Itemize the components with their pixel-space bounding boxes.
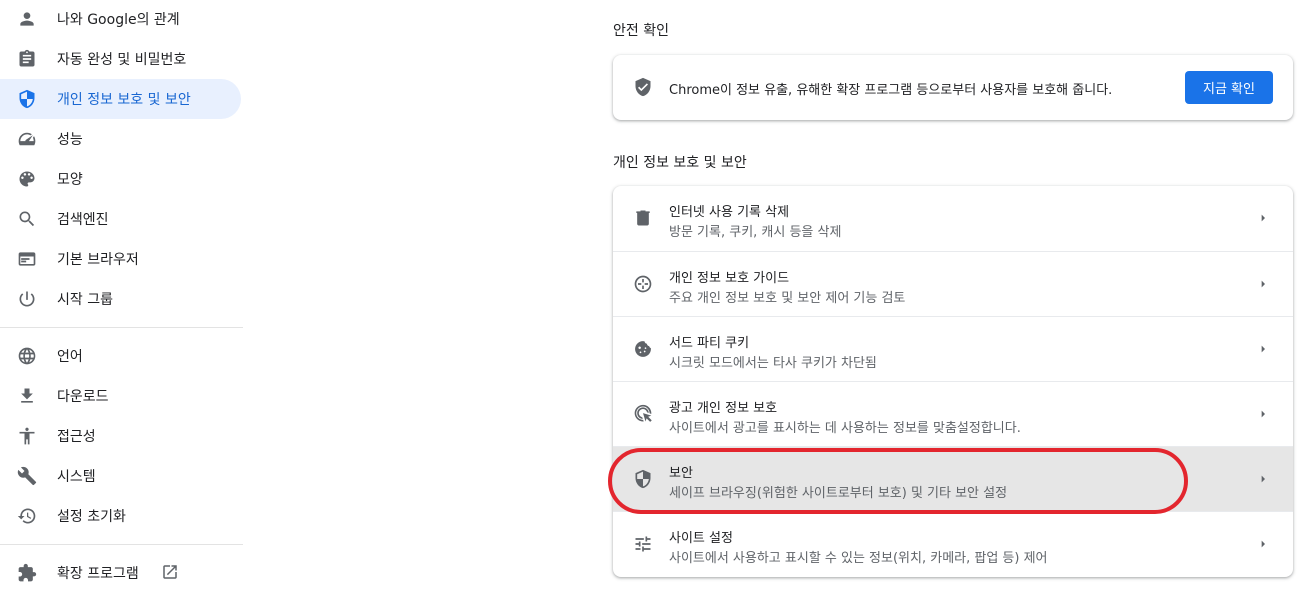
sidebar-item-reset-settings[interactable]: 설정 초기화	[0, 496, 241, 536]
sidebar-item-default-browser[interactable]: 기본 브라우저	[0, 239, 241, 279]
power-icon	[16, 288, 38, 310]
arrow-right-icon	[1255, 406, 1271, 422]
sidebar-item-label: 시작 그룹	[57, 292, 113, 308]
sidebar-divider	[0, 544, 243, 545]
palette-icon	[16, 168, 38, 190]
row-title: 광고 개인 정보 보호	[669, 401, 778, 416]
sidebar-item-label: 개인 정보 보호 및 보안	[57, 92, 191, 108]
privacy-security-card: 인터넷 사용 기록 삭제 방문 기록, 쿠키, 캐시 등을 삭제 개인 정보 보…	[613, 186, 1293, 577]
shield-check-icon	[633, 77, 653, 97]
sidebar-item-label: 접근성	[57, 429, 96, 445]
row-security[interactable]: 보안 세이프 브라우징(위험한 사이트로부터 보호) 및 기타 보안 설정	[613, 446, 1293, 511]
sidebar-item-search-engine[interactable]: 검색엔진	[0, 199, 241, 239]
sidebar-item-extensions[interactable]: 확장 프로그램	[0, 553, 241, 593]
sidebar-item-label: 성능	[57, 132, 83, 148]
compass-icon	[633, 274, 653, 294]
cookie-icon	[633, 339, 653, 359]
safety-check-card: Chrome이 정보 유출, 유해한 확장 프로그램 등으로부터 사용자를 보호…	[613, 55, 1293, 120]
arrow-right-icon	[1255, 341, 1271, 357]
row-title: 인터넷 사용 기록 삭제	[669, 205, 790, 220]
arrow-right-icon	[1255, 536, 1271, 552]
safety-check-description: Chrome이 정보 유출, 유해한 확장 프로그램 등으로부터 사용자를 보호…	[669, 83, 1113, 98]
sidebar-divider	[0, 327, 243, 328]
accessibility-icon	[16, 425, 38, 447]
person-icon	[16, 8, 38, 30]
sidebar-item-autofill[interactable]: 자동 완성 및 비밀번호	[0, 39, 241, 79]
settings-sidebar: 나와 Google의 관계 자동 완성 및 비밀번호 개인 정보 보호 및 보안…	[0, 0, 244, 592]
sidebar-item-label: 언어	[57, 349, 83, 365]
row-title: 서드 파티 쿠키	[669, 336, 750, 351]
row-subtitle: 사이트에서 광고를 표시하는 데 사용하는 정보를 맞춤설정합니다.	[669, 421, 1021, 436]
row-subtitle: 시크릿 모드에서는 타사 쿠키가 차단됨	[669, 356, 877, 371]
sidebar-item-performance[interactable]: 성능	[0, 119, 241, 159]
sidebar-item-label: 다운로드	[57, 389, 109, 405]
sidebar-item-appearance[interactable]: 모양	[0, 159, 241, 199]
sidebar-item-languages[interactable]: 언어	[0, 336, 241, 376]
row-subtitle: 사이트에서 사용하고 표시할 수 있는 정보(위치, 카메라, 팝업 등) 제어	[669, 551, 1048, 566]
sidebar-item-label: 시스템	[57, 469, 96, 485]
download-icon	[16, 385, 38, 407]
globe-icon	[16, 345, 38, 367]
clipboard-icon	[16, 48, 38, 70]
sidebar-item-you-and-google[interactable]: 나와 Google의 관계	[0, 0, 241, 39]
row-subtitle: 세이프 브라우징(위험한 사이트로부터 보호) 및 기타 보안 설정	[669, 486, 1008, 501]
arrow-right-icon	[1255, 210, 1271, 226]
row-ad-privacy[interactable]: 광고 개인 정보 보호 사이트에서 광고를 표시하는 데 사용하는 정보를 맞춤…	[613, 381, 1293, 446]
row-title: 개인 정보 보호 가이드	[669, 271, 790, 286]
shield-icon	[633, 469, 653, 489]
sidebar-item-downloads[interactable]: 다운로드	[0, 376, 241, 416]
sidebar-item-label: 나와 Google의 관계	[57, 12, 180, 28]
sidebar-item-label: 기본 브라우저	[57, 252, 139, 268]
sidebar-item-label: 설정 초기화	[57, 509, 126, 525]
browser-window-icon	[16, 248, 38, 270]
row-privacy-guide[interactable]: 개인 정보 보호 가이드 주요 개인 정보 보호 및 보안 제어 기능 검토	[613, 251, 1293, 316]
arrow-right-icon	[1255, 471, 1271, 487]
search-icon	[16, 208, 38, 230]
row-clear-browsing-data[interactable]: 인터넷 사용 기록 삭제 방문 기록, 쿠키, 캐시 등을 삭제	[613, 186, 1293, 251]
sidebar-item-accessibility[interactable]: 접근성	[0, 416, 241, 456]
check-now-button[interactable]: 지금 확인	[1185, 71, 1273, 104]
privacy-security-heading: 개인 정보 보호 및 보안	[613, 155, 747, 171]
ads-click-icon	[633, 404, 653, 424]
puzzle-icon	[16, 562, 38, 584]
row-title: 사이트 설정	[669, 531, 733, 546]
arrow-right-icon	[1255, 276, 1271, 292]
history-icon	[16, 505, 38, 527]
sidebar-item-on-startup[interactable]: 시작 그룹	[0, 279, 241, 319]
row-subtitle: 방문 기록, 쿠키, 캐시 등을 삭제	[669, 225, 842, 240]
speedometer-icon	[16, 128, 38, 150]
sidebar-item-label: 확장 프로그램	[57, 566, 139, 582]
row-site-settings[interactable]: 사이트 설정 사이트에서 사용하고 표시할 수 있는 정보(위치, 카메라, 팝…	[613, 511, 1293, 576]
sidebar-item-label: 검색엔진	[57, 212, 109, 228]
shield-icon	[16, 88, 38, 110]
row-subtitle: 주요 개인 정보 보호 및 보안 제어 기능 검토	[669, 291, 906, 306]
tune-icon	[633, 534, 653, 554]
sidebar-item-label: 모양	[57, 172, 83, 188]
trash-icon	[633, 208, 653, 228]
open-in-new-icon[interactable]	[161, 563, 181, 583]
sidebar-item-system[interactable]: 시스템	[0, 456, 241, 496]
safety-check-heading: 안전 확인	[613, 23, 669, 39]
sidebar-item-privacy-security[interactable]: 개인 정보 보호 및 보안	[0, 79, 241, 119]
row-third-party-cookies[interactable]: 서드 파티 쿠키 시크릿 모드에서는 타사 쿠키가 차단됨	[613, 316, 1293, 381]
sidebar-item-label: 자동 완성 및 비밀번호	[57, 52, 187, 68]
wrench-icon	[16, 465, 38, 487]
row-title: 보안	[669, 466, 693, 481]
